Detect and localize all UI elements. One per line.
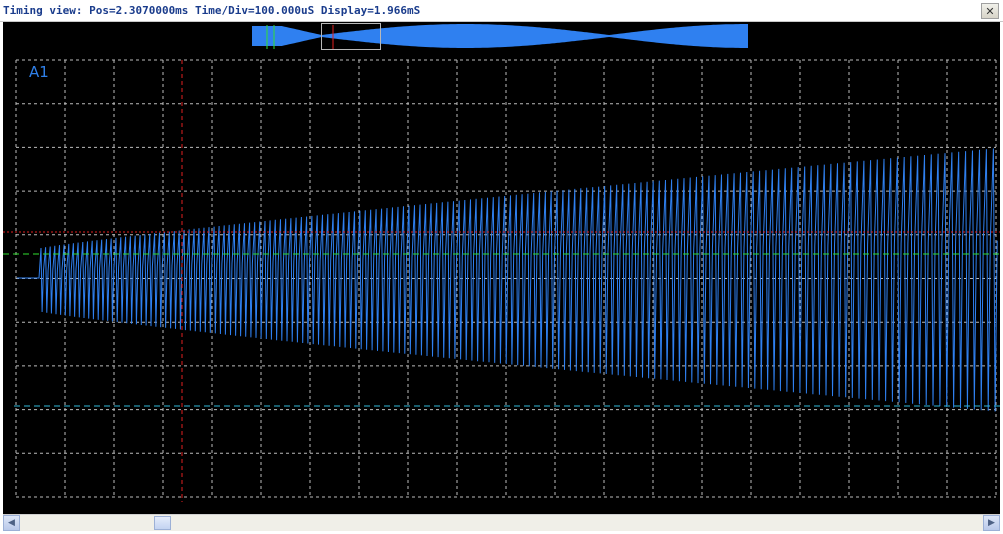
timing-view-window: Timing view: Pos=2.3070000ms Time/Div=10… bbox=[0, 0, 1003, 534]
overview-viewport-frame[interactable] bbox=[321, 23, 381, 50]
channel-a1-trace bbox=[17, 148, 998, 412]
scroll-thumb[interactable] bbox=[154, 516, 171, 530]
arrow-left-icon: ◀ bbox=[8, 518, 15, 528]
window-title: Timing view: Pos=2.3070000ms Time/Div=10… bbox=[3, 4, 421, 17]
grid bbox=[15, 59, 997, 498]
waveform-canvas bbox=[3, 24, 1000, 502]
title-bar[interactable]: Timing view: Pos=2.3070000ms Time/Div=10… bbox=[0, 0, 1003, 22]
arrow-right-icon: ▶ bbox=[988, 518, 995, 528]
channel-label: A1 bbox=[29, 63, 49, 81]
scroll-right-button[interactable]: ▶ bbox=[983, 515, 1000, 531]
close-button[interactable]: ✕ bbox=[981, 3, 999, 19]
trace-path bbox=[17, 148, 998, 412]
waveform-display[interactable]: A1 bbox=[3, 22, 1000, 514]
scroll-left-button[interactable]: ◀ bbox=[3, 515, 20, 531]
horizontal-scrollbar[interactable]: ◀ ▶ bbox=[3, 514, 1000, 531]
close-icon: ✕ bbox=[985, 4, 995, 18]
